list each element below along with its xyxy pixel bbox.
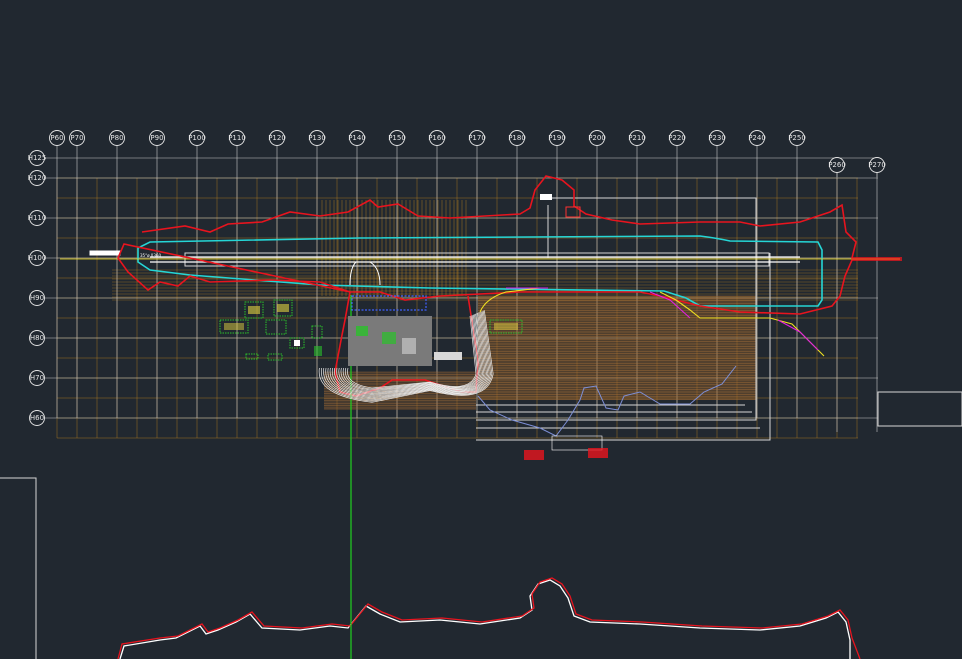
row-bubble: H80 (29, 330, 45, 346)
row-axis-bubbles: H125 H120 H110 H100 H90 H80 H70 H60 (28, 150, 47, 426)
terminal-wing (402, 338, 416, 354)
column-bubble: P250 (788, 130, 806, 150)
facility-fill (248, 306, 260, 314)
column-bubble: P80 (109, 130, 125, 150)
column-bubble: P60 (49, 130, 65, 150)
column-bubble: P240 (748, 130, 766, 150)
tower-label-box (540, 194, 552, 200)
sheet-frame-left (0, 477, 37, 659)
bubble-label: P200 (588, 134, 606, 142)
column-bubble: P110 (228, 130, 246, 150)
bubble-label: P110 (228, 134, 246, 142)
bubble-label: H120 (28, 174, 47, 182)
bubble-label: P70 (70, 134, 83, 142)
bubble-label: P250 (788, 134, 806, 142)
row-bubble: H120 (28, 170, 47, 186)
runway-link (349, 261, 381, 286)
bubble-label: H100 (28, 254, 47, 262)
bubble-label: P270 (868, 161, 886, 169)
column-axis-bubbles: P60 P70 P80 P90 P100 P110 P120 P130 P140 P150 P160… (49, 130, 886, 177)
facility-fill (277, 304, 289, 312)
terrain-profile-red (117, 577, 861, 659)
row-bubble: H60 (29, 410, 45, 426)
column-bubble: P170 (468, 130, 486, 150)
bubble-label: P80 (110, 134, 123, 142)
bubble-label: P190 (548, 134, 566, 142)
row-bubble: H100 (28, 250, 47, 266)
terminal-landscape (382, 332, 396, 344)
runway-label: 35°ø 0360 (140, 253, 161, 258)
bubble-label: H80 (30, 334, 44, 342)
terrain-profile-white (119, 579, 851, 659)
bubble-label: P220 (668, 134, 686, 142)
bottom-red-mark (588, 448, 608, 458)
column-bubble: P210 (628, 130, 646, 150)
column-bubble: P120 (268, 130, 286, 150)
facility-fill (224, 323, 244, 330)
column-bubble: P230 (708, 130, 726, 150)
cad-drawing-canvas[interactable]: 35°ø 0360 P60 P70 P80 P90 P100 P110 P120 P130 P1… (0, 0, 962, 659)
facility-block (267, 353, 283, 361)
sheet-frame-right (877, 391, 962, 427)
bubble-label: P160 (428, 134, 446, 142)
column-bubble: P150 (388, 130, 406, 150)
bubble-label: P90 (150, 134, 163, 142)
facility-fill (294, 340, 300, 346)
column-bubble: P200 (588, 130, 606, 150)
bubble-label: P210 (628, 134, 646, 142)
column-bubble: P100 (188, 130, 206, 150)
bubble-label: P240 (748, 134, 766, 142)
bubble-label: H60 (30, 414, 44, 422)
bubble-label: P260 (828, 161, 846, 169)
column-bubble: P70 (69, 130, 85, 150)
column-bubble: P260 (828, 157, 846, 177)
apron-fill (478, 296, 756, 400)
terminal-area (348, 295, 462, 366)
row-bubble: H70 (29, 370, 45, 386)
terminal-landscape (356, 326, 368, 336)
facility-block (265, 319, 287, 335)
bubble-label: H110 (28, 214, 47, 222)
column-bubble: P190 (548, 130, 566, 150)
row-bubble: H90 (29, 290, 45, 306)
bubble-label: P150 (388, 134, 406, 142)
taxiway-loop (137, 235, 823, 307)
facility-fill (314, 346, 322, 356)
bubble-label: P100 (188, 134, 206, 142)
left-marker-block (89, 250, 121, 256)
bubble-label: P230 (708, 134, 726, 142)
row-bubble: H110 (28, 210, 47, 226)
bubble-label: P120 (268, 134, 286, 142)
bubble-label: P140 (348, 134, 366, 142)
column-bubble: P220 (668, 130, 686, 150)
bubble-label: P170 (468, 134, 486, 142)
bubble-label: H90 (30, 294, 44, 302)
column-bubble: P270 (868, 157, 886, 177)
bubble-label: P60 (50, 134, 63, 142)
bottom-red-mark (524, 450, 544, 460)
column-bubble: P140 (348, 130, 366, 150)
bubble-label: P180 (508, 134, 526, 142)
column-bubble: P130 (308, 130, 326, 150)
terminal-annex (434, 352, 462, 360)
column-bubble: P160 (428, 130, 446, 150)
facility-fill (494, 323, 518, 330)
bubble-label: H125 (28, 154, 47, 162)
column-bubble: P90 (149, 130, 165, 150)
column-bubble: P180 (508, 130, 526, 150)
bubble-label: P130 (308, 134, 326, 142)
bubble-label: H70 (30, 374, 44, 382)
row-bubble: H125 (28, 150, 47, 166)
